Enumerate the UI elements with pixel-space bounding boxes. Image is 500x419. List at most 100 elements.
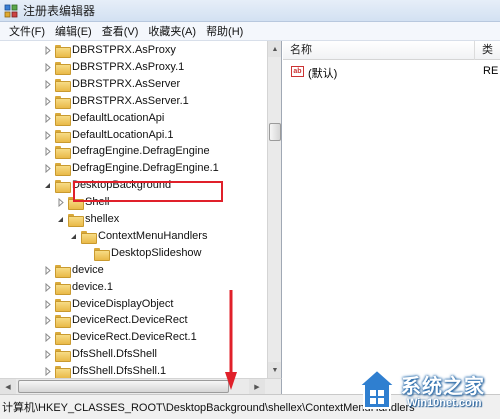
collapsed-arrow-icon[interactable] bbox=[43, 265, 52, 275]
collapsed-arrow-icon[interactable] bbox=[43, 282, 52, 292]
menu-view[interactable]: 查看(V) bbox=[97, 23, 144, 39]
tree-item[interactable]: DBRSTPRX.AsProxy.1 bbox=[0, 59, 267, 76]
tree-item-label: DesktopSlideshow bbox=[111, 246, 202, 259]
folder-icon bbox=[55, 180, 71, 194]
highlight-box bbox=[73, 181, 223, 202]
window-title: 注册表编辑器 bbox=[23, 4, 96, 18]
string-value-icon: ab bbox=[291, 66, 304, 77]
tree-item-label: DBRSTPRX.AsServer bbox=[72, 77, 181, 90]
tree-item-label: DeviceRect.DeviceRect.1 bbox=[72, 331, 197, 344]
folder-icon bbox=[55, 332, 71, 346]
watermark-url: Win10net.com bbox=[407, 397, 482, 409]
tree-item[interactable]: DBRSTPRX.AsServer bbox=[0, 76, 267, 93]
tree-item-label: DeviceRect.DeviceRect bbox=[72, 314, 188, 327]
tree-item[interactable]: DefragEngine.DefragEngine.1 bbox=[0, 160, 267, 177]
tree-item-label: DefragEngine.DefragEngine bbox=[72, 145, 210, 158]
folder-icon bbox=[55, 45, 71, 58]
collapsed-arrow-icon[interactable] bbox=[43, 164, 52, 174]
scroll-up-button[interactable]: ▲ bbox=[268, 41, 281, 57]
collapsed-arrow-icon[interactable] bbox=[43, 46, 52, 55]
watermark-title: 系统之家 bbox=[401, 376, 485, 398]
values-list[interactable]: 名称 类 ab (默认) RE bbox=[283, 41, 500, 394]
scroll-thumb[interactable] bbox=[269, 123, 281, 141]
folder-icon bbox=[55, 146, 71, 160]
folder-icon bbox=[55, 264, 71, 278]
registry-tree[interactable]: DBRSTPRX.AsProxy DBRSTPRX.AsProxy.1 DBRSTP… bbox=[0, 41, 282, 378]
expanded-arrow-icon[interactable] bbox=[69, 232, 78, 241]
tree-item-label: device.1 bbox=[72, 280, 113, 293]
tree-item-label: shellex bbox=[85, 213, 120, 225]
tree-item-label: DBRSTPRX.AsProxy bbox=[72, 44, 176, 56]
collapsed-arrow-icon[interactable] bbox=[56, 198, 65, 208]
expanded-arrow-icon[interactable] bbox=[43, 181, 52, 190]
value-type: RE bbox=[483, 65, 499, 77]
menu-edit[interactable]: 编辑(E) bbox=[50, 23, 97, 39]
tree-item-label: DeviceDisplayObject bbox=[72, 297, 174, 310]
tree-item-label: DBRSTPRX.AsServer.1 bbox=[72, 94, 189, 107]
collapsed-arrow-icon[interactable] bbox=[43, 113, 52, 123]
tree-item-label: DfsShell.DfsShell.1 bbox=[72, 365, 167, 378]
title-bar: 注册表编辑器 bbox=[0, 0, 500, 22]
collapsed-arrow-icon[interactable] bbox=[43, 367, 52, 377]
horizontal-scroll-thumb[interactable] bbox=[18, 380, 229, 393]
tree-item-label: ContextMenuHandlers bbox=[98, 229, 208, 242]
collapsed-arrow-icon[interactable] bbox=[43, 299, 52, 309]
value-name: (默认) bbox=[308, 68, 338, 80]
folder-icon bbox=[55, 78, 71, 92]
folder-icon bbox=[55, 112, 71, 126]
collapsed-arrow-icon[interactable] bbox=[43, 130, 52, 140]
scroll-left-button[interactable]: ◀ bbox=[0, 379, 16, 394]
red-arrow-icon bbox=[225, 290, 237, 390]
scroll-down-button[interactable]: ▼ bbox=[268, 362, 281, 378]
tree-horizontal-scrollbar[interactable]: ◀ ▶ bbox=[0, 378, 282, 394]
column-type[interactable]: 类 bbox=[475, 41, 500, 60]
tree-item[interactable]: DBRSTPRX.AsServer.1 bbox=[0, 93, 267, 110]
collapsed-arrow-icon[interactable] bbox=[43, 62, 52, 72]
menu-favorites[interactable]: 收藏夹(A) bbox=[143, 23, 201, 39]
tree-item[interactable]: DefaultLocationApi bbox=[0, 110, 267, 127]
folder-icon bbox=[55, 129, 71, 143]
tree-item[interactable]: device bbox=[0, 262, 267, 279]
house-logo-icon bbox=[357, 368, 397, 409]
folder-icon bbox=[55, 366, 71, 378]
folder-icon bbox=[55, 298, 71, 312]
watermark: 系统之家 Win10net.com bbox=[355, 364, 500, 419]
tree-item[interactable]: DefragEngine.DefragEngine bbox=[0, 143, 267, 160]
status-path: 计算机\HKEY_CLASSES_ROOT\DesktopBackground\… bbox=[2, 402, 415, 414]
folder-icon bbox=[55, 349, 71, 363]
column-name[interactable]: 名称 bbox=[283, 41, 475, 60]
tree-item-label: device bbox=[72, 263, 104, 276]
tree-item-label: DefaultLocationApi.1 bbox=[72, 128, 174, 141]
folder-icon bbox=[55, 61, 71, 75]
collapsed-arrow-icon[interactable] bbox=[43, 350, 52, 360]
menu-help[interactable]: 帮助(H) bbox=[201, 23, 248, 39]
menu-bar: 文件(F) 编辑(E) 查看(V) 收藏夹(A) 帮助(H) bbox=[0, 22, 500, 41]
folder-icon bbox=[68, 214, 84, 227]
collapsed-arrow-icon[interactable] bbox=[43, 96, 52, 106]
folder-icon bbox=[81, 230, 97, 244]
collapsed-arrow-icon[interactable] bbox=[43, 79, 52, 89]
menu-file[interactable]: 文件(F) bbox=[4, 23, 50, 39]
tree-item[interactable]: ContextMenuHandlers bbox=[0, 228, 267, 245]
scroll-right-button[interactable]: ▶ bbox=[249, 379, 265, 394]
expanded-arrow-icon[interactable] bbox=[56, 215, 65, 224]
tree-item-label: DefragEngine.DefragEngine.1 bbox=[72, 162, 219, 175]
collapsed-arrow-icon[interactable] bbox=[43, 333, 52, 343]
tree-item[interactable]: DefaultLocationApi.1 bbox=[0, 127, 267, 144]
tree-item[interactable]: shellex bbox=[0, 211, 267, 228]
folder-icon bbox=[55, 315, 71, 329]
value-row-default[interactable]: ab (默认) RE bbox=[283, 63, 500, 81]
tree-item[interactable]: DBRSTPRX.AsProxy bbox=[0, 42, 267, 59]
tree-vertical-scrollbar[interactable]: ▲ ▼ bbox=[267, 41, 281, 378]
regedit-icon bbox=[4, 4, 18, 18]
folder-icon bbox=[55, 95, 71, 109]
list-header: 名称 类 bbox=[283, 41, 500, 60]
tree-item-label: DBRSTPRX.AsProxy.1 bbox=[72, 60, 185, 73]
folder-icon bbox=[94, 247, 110, 261]
collapsed-arrow-icon[interactable] bbox=[43, 316, 52, 326]
collapsed-arrow-icon[interactable] bbox=[43, 147, 52, 157]
tree-item-label: DefaultLocationApi bbox=[72, 111, 165, 124]
folder-icon bbox=[55, 163, 71, 177]
tree-item[interactable]: DesktopSlideshow bbox=[0, 245, 267, 262]
tree-item-label: DfsShell.DfsShell bbox=[72, 348, 157, 361]
